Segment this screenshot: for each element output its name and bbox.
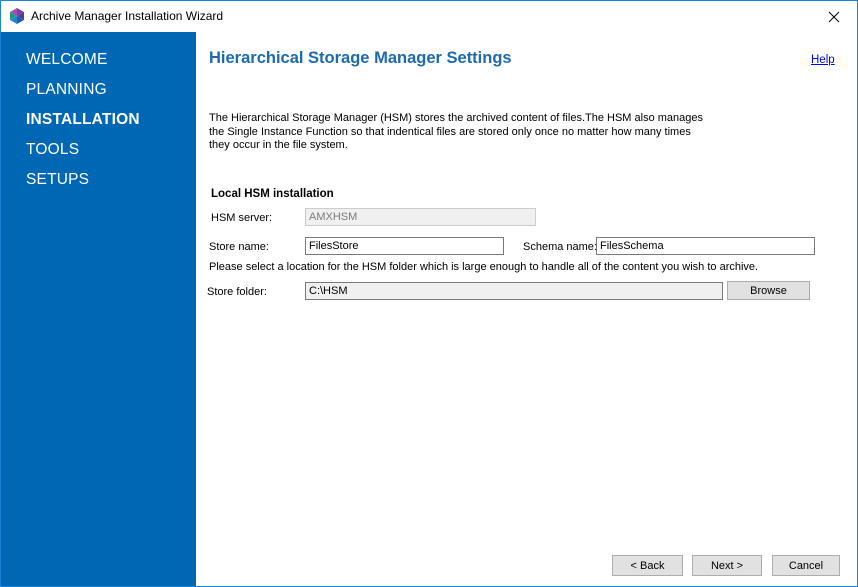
sidebar-item-setups[interactable]: SETUPS xyxy=(26,171,89,189)
page-title: Hierarchical Storage Manager Settings xyxy=(209,49,512,67)
wizard-window: Archive Manager Installation Wizard WELC… xyxy=(0,0,858,587)
schema-name-label: Schema name: xyxy=(523,241,597,253)
help-link[interactable]: Help xyxy=(811,54,835,66)
store-folder-field[interactable] xyxy=(305,282,723,300)
store-name-input[interactable] xyxy=(305,237,504,255)
archive-manager-logo-icon xyxy=(10,8,24,24)
window-title: Archive Manager Installation Wizard xyxy=(31,9,224,23)
folder-hint-text: Please select a location for the HSM fol… xyxy=(209,261,759,273)
description-text: The Hierarchical Storage Manager (HSM) s… xyxy=(209,112,703,151)
hsm-server-label: HSM server: xyxy=(211,212,273,224)
sidebar-item-installation[interactable]: INSTALLATION xyxy=(26,111,140,129)
sidebar-item-planning[interactable]: PLANNING xyxy=(26,81,107,99)
main-content: Hierarchical Storage Manager Settings He… xyxy=(196,32,857,586)
cancel-button[interactable]: Cancel xyxy=(772,555,840,576)
sidebar: WELCOME PLANNING INSTALLATION TOOLS SETU… xyxy=(1,32,196,586)
browse-button[interactable]: Browse xyxy=(727,281,810,300)
title-bar: Archive Manager Installation Wizard xyxy=(1,1,857,32)
back-button[interactable]: < Back xyxy=(612,555,683,576)
close-icon xyxy=(828,11,840,22)
close-button[interactable] xyxy=(811,1,857,32)
store-name-label: Store name: xyxy=(209,241,269,253)
section-heading: Local HSM installation xyxy=(211,188,334,200)
sidebar-item-tools[interactable]: TOOLS xyxy=(26,141,79,159)
next-button[interactable]: Next > xyxy=(692,555,762,576)
schema-name-input[interactable] xyxy=(596,237,815,255)
store-folder-label: Store folder: xyxy=(207,286,267,298)
sidebar-item-welcome[interactable]: WELCOME xyxy=(26,51,108,69)
hsm-server-field xyxy=(305,208,536,226)
